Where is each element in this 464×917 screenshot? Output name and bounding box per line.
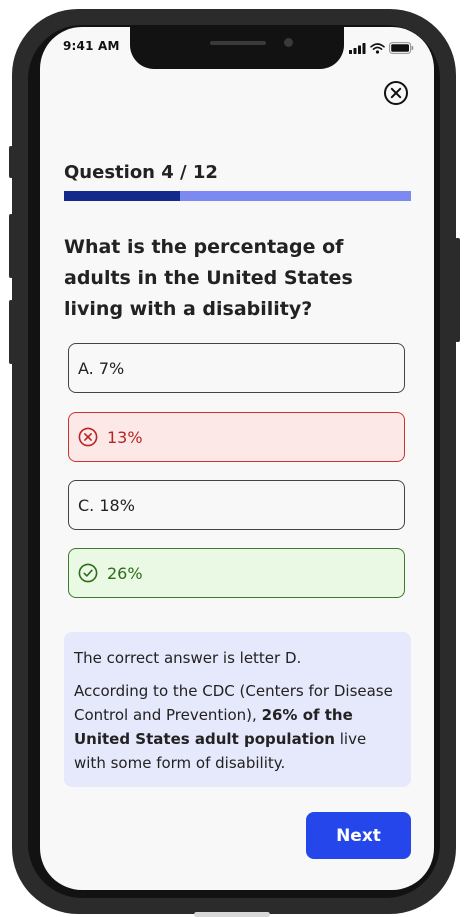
check-circle-icon	[78, 563, 98, 583]
speaker-grille	[210, 41, 266, 45]
status-icons	[349, 39, 414, 58]
explanation-title: The correct answer is letter D.	[74, 649, 302, 667]
answer-option-b-incorrect[interactable]: 13%	[68, 412, 405, 462]
option-label: A. 7%	[78, 358, 125, 378]
front-camera	[284, 38, 293, 47]
close-button[interactable]	[380, 79, 412, 111]
question-counter: Question 4 / 12	[64, 162, 218, 183]
question-text: What is the percentage of adults in the …	[64, 236, 353, 320]
answer-option-d-correct[interactable]: 26%	[68, 548, 405, 598]
progress-fill	[64, 191, 180, 201]
wifi-icon	[370, 39, 385, 58]
app-screen: 9:41 AM Question 4 / 12 What is the perc…	[40, 27, 434, 890]
answer-option-a[interactable]: A. 7%	[68, 343, 405, 393]
explanation-panel: The correct answer is letter D. Accordin…	[64, 632, 411, 787]
option-label: 13%	[107, 427, 143, 447]
notch	[130, 27, 344, 69]
device-mockup: 9:41 AM Question 4 / 12 What is the perc…	[0, 0, 464, 917]
answer-option-c[interactable]: C. 18%	[68, 480, 405, 530]
explanation-body: According to the CDC (Centers for Diseas…	[74, 679, 399, 775]
battery-icon	[389, 39, 414, 58]
option-label: C. 18%	[78, 495, 135, 515]
progress-bar	[64, 191, 411, 201]
option-label: 26%	[107, 563, 143, 583]
next-button[interactable]: Next	[306, 812, 411, 859]
status-time: 9:41 AM	[63, 39, 120, 53]
x-circle-icon	[78, 427, 98, 447]
bottom-edge	[194, 912, 270, 917]
close-circle-icon	[383, 80, 409, 110]
signal-icon	[349, 39, 366, 58]
